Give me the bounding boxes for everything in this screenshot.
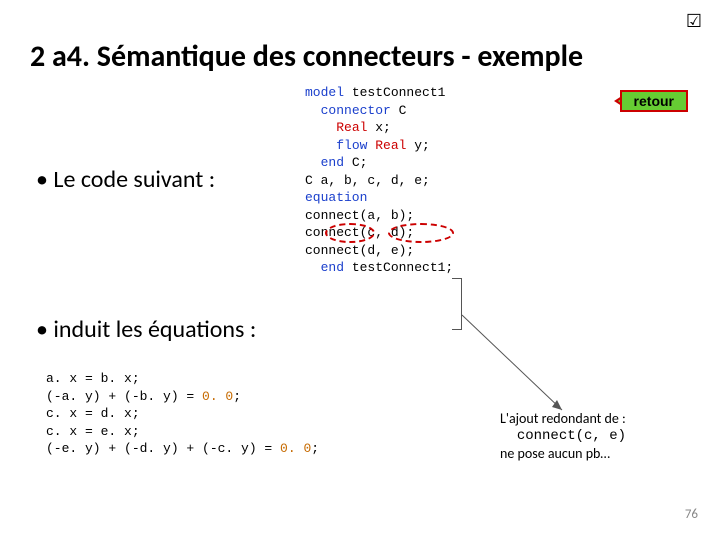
eq-line: (-a. y) + (-b. y) = xyxy=(46,389,202,404)
eq-line: (-e. y) + (-d. y) + (-c. y) = xyxy=(46,441,280,456)
checkbox-icon: ☑ xyxy=(686,10,702,32)
code-block-model: model testConnect1 connector C Real x; f… xyxy=(305,84,453,277)
bullet-induit-equations: induit les équations : xyxy=(36,315,256,344)
highlight-ellipse-cde xyxy=(388,223,454,243)
kw-model: model xyxy=(305,85,344,100)
eq-line: c. x = d. x; xyxy=(46,405,319,423)
eq-line: c. x = e. x; xyxy=(46,423,319,441)
note-line: L'ajout redondant de : xyxy=(500,410,626,428)
code-text: C; xyxy=(344,155,367,170)
bullet-le-code-suivant: Le code suivant : xyxy=(36,165,215,194)
eq-number: 0. 0 xyxy=(202,389,233,404)
page-title: 2 a4. Sémantique des connecteurs - exemp… xyxy=(30,38,583,75)
code-connect-line: connect(a, b); xyxy=(305,207,453,225)
code-decl-line: C a, b, c, d, e; xyxy=(305,172,453,190)
bracket-icon xyxy=(452,278,462,330)
page-number: 76 xyxy=(685,507,698,522)
kw-equation: equation xyxy=(305,190,367,205)
code-text: testConnect1 xyxy=(344,85,445,100)
code-connect-line: connect(d, e); xyxy=(305,242,453,260)
code-text: y; xyxy=(406,138,429,153)
code-text: C xyxy=(391,103,407,118)
code-text: x; xyxy=(367,120,390,135)
arrow-to-note xyxy=(462,315,572,425)
eq-line: a. x = b. x; xyxy=(46,370,319,388)
code-text: testConnect1; xyxy=(344,260,453,275)
highlight-ellipse-ab xyxy=(325,223,375,243)
kw-end: end xyxy=(321,260,344,275)
eq-line: ; xyxy=(311,441,319,456)
eq-number: 0. 0 xyxy=(280,441,311,456)
annotation-note: L'ajout redondant de : connect(c, e) ne … xyxy=(500,410,626,463)
type-real: Real xyxy=(336,120,367,135)
kw-end: end xyxy=(321,155,344,170)
kw-connector: connector xyxy=(321,103,391,118)
kw-flow: flow xyxy=(336,138,375,153)
note-code: connect(c, e) xyxy=(500,428,626,446)
code-block-equations: a. x = b. x; (-a. y) + (-b. y) = 0. 0; c… xyxy=(46,370,319,458)
retour-button[interactable]: retour xyxy=(620,90,688,112)
type-real: Real xyxy=(375,138,406,153)
note-line: ne pose aucun pb… xyxy=(500,445,626,463)
eq-line: ; xyxy=(233,389,241,404)
